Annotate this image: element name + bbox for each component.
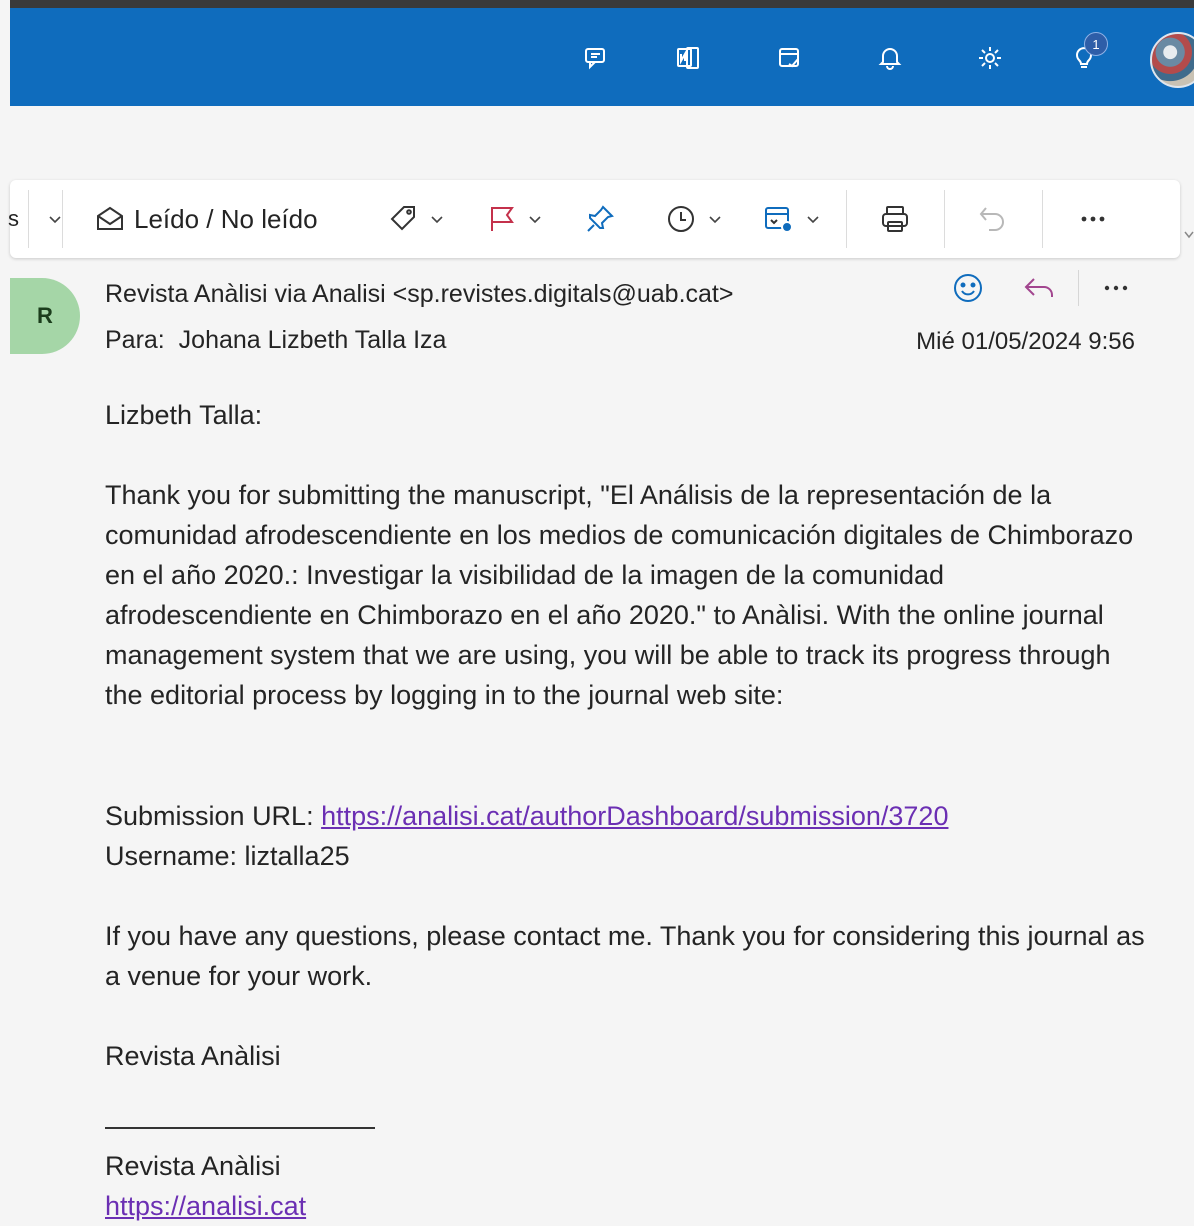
read-unread-label: Leído / No leído (134, 203, 318, 234)
message-date: Mié 01/05/2024 9:56 (916, 328, 1135, 355)
signature-url-link[interactable]: https://analisi.cat (105, 1191, 306, 1221)
signature-name: Revista Anàlisi (105, 1151, 281, 1181)
reply-button[interactable] (1020, 268, 1060, 308)
my-day-icon[interactable] (770, 38, 810, 78)
flag-button[interactable] (486, 180, 542, 258)
categorize-button[interactable] (388, 180, 444, 258)
sender-avatar[interactable]: R (10, 278, 80, 354)
envelope-open-icon (97, 206, 123, 230)
print-button[interactable] (878, 180, 912, 258)
sender-line[interactable]: Revista Anàlisi via Analisi <sp.revistes… (105, 280, 733, 309)
username-line: Username: liztalla25 (105, 841, 350, 871)
recipient-line: Para: Johana Lizbeth Talla Iza (105, 326, 446, 355)
undo-button[interactable] (976, 180, 1010, 258)
chevron-down-icon (431, 216, 443, 224)
gear-icon[interactable] (970, 38, 1010, 78)
chevron-down-icon (49, 216, 61, 224)
feedback-chat-icon[interactable] (576, 38, 616, 78)
pin-button[interactable] (584, 180, 616, 258)
submission-url-link[interactable]: https://analisi.cat/authorDashboard/subm… (321, 801, 948, 831)
message-toolbar: s Leído / No leído (8, 180, 1180, 258)
signature-url-line: https://analisi.cat (105, 1186, 306, 1226)
ellipsis-icon (1081, 216, 1105, 222)
app-header-bar: 1 (10, 0, 1194, 106)
chevron-down-icon (529, 216, 541, 224)
printer-icon (882, 206, 908, 232)
submission-line: Submission URL: https://analisi.cat/auth… (105, 796, 948, 836)
more-actions-button[interactable] (1076, 180, 1110, 258)
to-label: Para: (105, 326, 165, 354)
signature-divider (105, 1127, 375, 1129)
snooze-button[interactable] (664, 180, 722, 258)
signoff: Revista Anàlisi (105, 1041, 281, 1071)
flag-icon (491, 207, 514, 231)
tips-count-badge: 1 (1084, 32, 1108, 56)
questions-paragraph: If you have any questions, please contac… (105, 921, 1145, 991)
lightbulb-icon[interactable]: 1 (1064, 32, 1108, 78)
ellipsis-icon (1104, 285, 1128, 291)
chevron-down-icon (709, 216, 721, 224)
clock-icon (668, 206, 694, 232)
reply-arrow-icon (1024, 278, 1053, 297)
user-avatar[interactable] (1150, 32, 1194, 88)
body-paragraph: Thank you for submitting the manuscript,… (105, 480, 1134, 710)
undo-icon (979, 207, 1004, 231)
rules-button[interactable] (762, 180, 820, 258)
partial-dropdown-chevron[interactable] (38, 180, 62, 258)
tag-icon (390, 206, 415, 231)
mail-rules-icon (765, 207, 793, 233)
greeting: Lizbeth Talla: (105, 400, 263, 430)
chevron-down-icon (807, 216, 819, 224)
partial-label: s (8, 206, 19, 231)
message-more-button[interactable] (1096, 268, 1136, 308)
smiley-icon (954, 274, 982, 302)
bell-icon[interactable] (870, 38, 910, 78)
submission-label: Submission URL: (105, 801, 314, 831)
toolbar-overflow-left[interactable]: s (8, 180, 19, 258)
scroll-chevron-icon[interactable] (1184, 228, 1194, 242)
reaction-button[interactable] (948, 268, 988, 308)
recipient-name[interactable]: Johana Lizbeth Talla Iza (179, 326, 447, 354)
read-unread-button[interactable]: Leído / No leído (94, 180, 318, 258)
onenote-icon[interactable] (668, 38, 708, 78)
pin-icon (587, 205, 614, 232)
